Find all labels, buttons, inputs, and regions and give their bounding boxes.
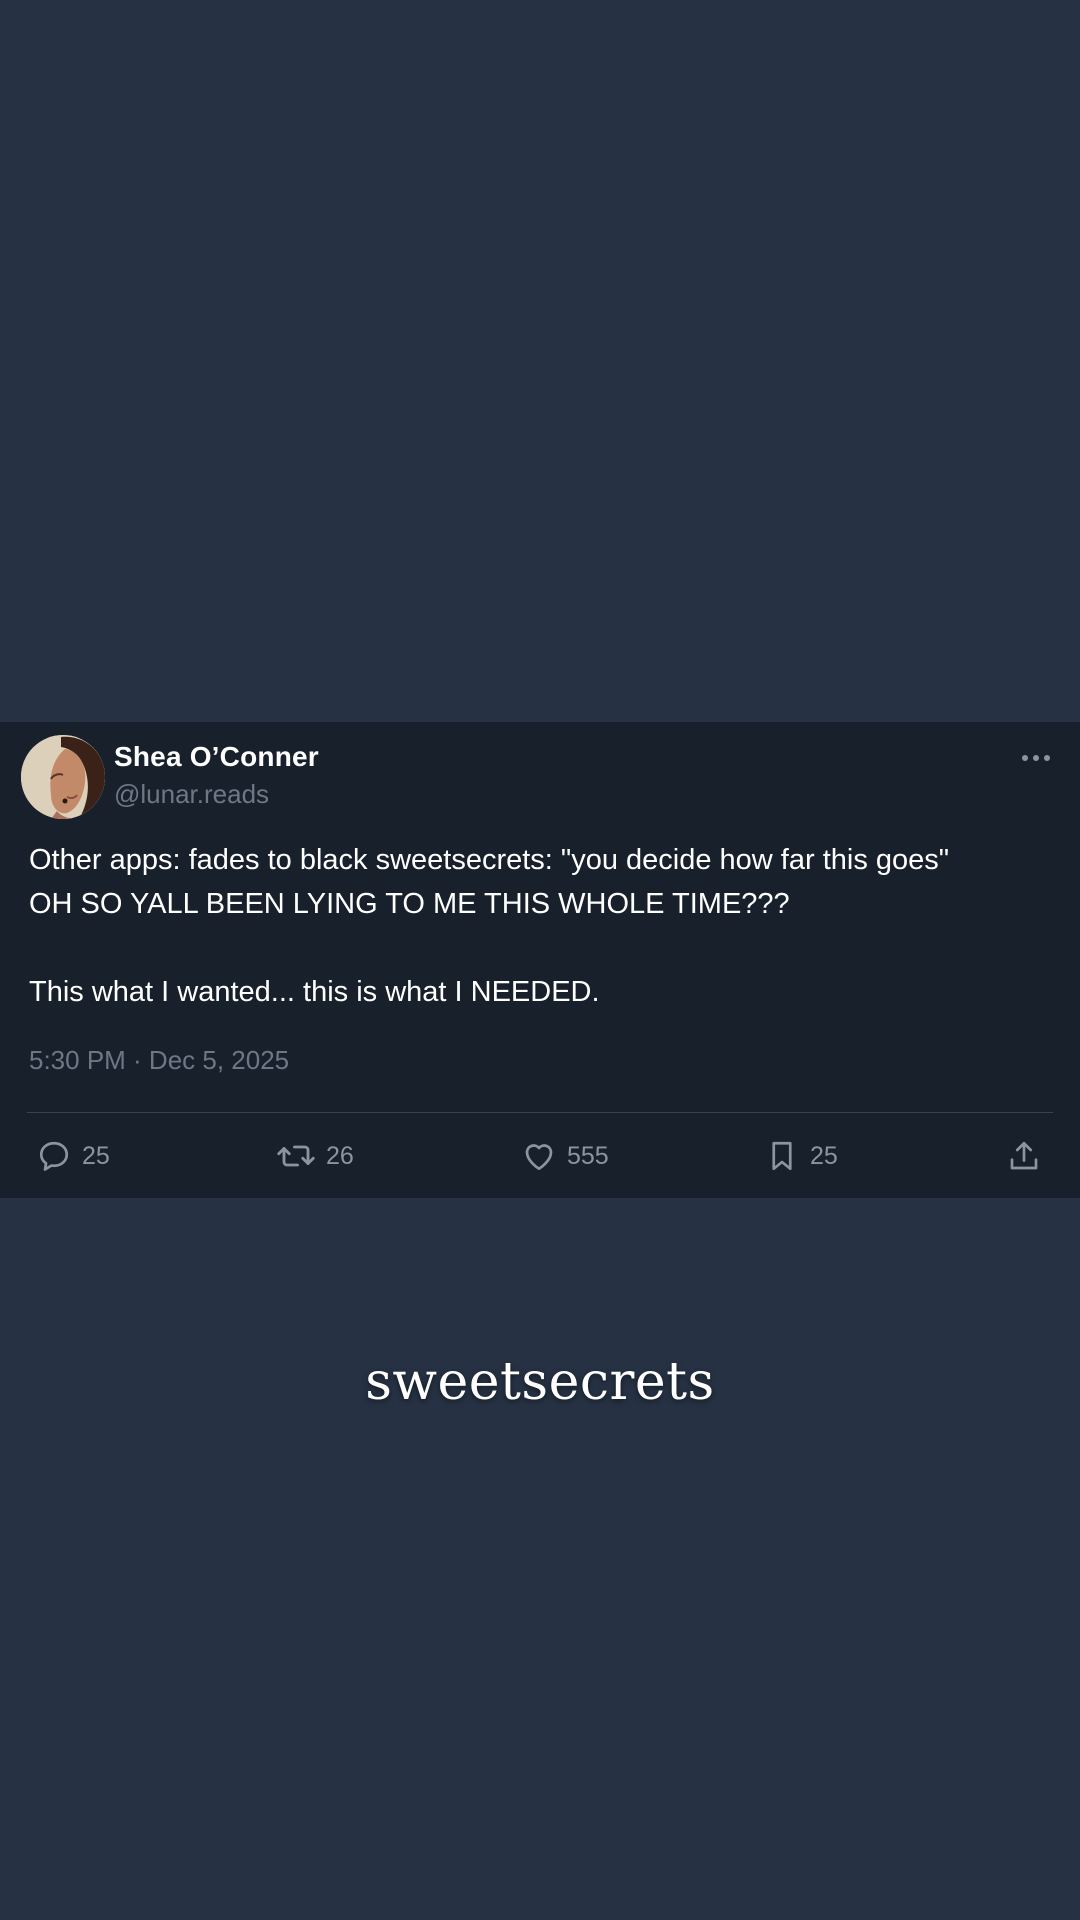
bookmark-icon — [772, 1141, 792, 1171]
post-text-blank-line — [29, 926, 1054, 970]
author-avatar[interactable] — [21, 735, 105, 819]
like-count: 555 — [567, 1141, 609, 1170]
author-display-name[interactable]: Shea O’Conner — [114, 741, 319, 773]
reply-button[interactable]: 25 — [36, 1134, 110, 1178]
bookmark-button[interactable]: 25 — [764, 1134, 838, 1178]
post-text-line: Other apps: fades to black sweetsecrets:… — [29, 844, 950, 876]
bookmark-count: 25 — [810, 1141, 838, 1170]
divider — [27, 1112, 1053, 1113]
post-card: Shea O’Conner @lunar.reads Other apps: f… — [0, 722, 1080, 1198]
repost-button[interactable]: 26 — [276, 1134, 354, 1178]
post-timestamp[interactable]: 5:30 PM · Dec 5, 2025 — [29, 1045, 289, 1076]
more-horizontal-icon — [1022, 755, 1050, 761]
author-handle[interactable]: @lunar.reads — [114, 779, 269, 810]
like-button[interactable]: 555 — [521, 1134, 609, 1178]
post-text-line: This what I wanted... this is what I NEE… — [29, 976, 600, 1008]
share-button[interactable] — [1006, 1134, 1042, 1178]
post-text-line: OH SO YALL BEEN LYING TO ME THIS WHOLE T… — [29, 888, 790, 920]
profile-photo-image — [21, 735, 105, 819]
reply-count: 25 — [82, 1141, 110, 1170]
heart-icon — [525, 1144, 553, 1171]
repost-icon — [277, 1145, 315, 1167]
more-options-button[interactable] — [1018, 748, 1054, 768]
brand-wordmark: sweetsecrets — [365, 1352, 715, 1412]
repost-count: 26 — [326, 1141, 354, 1170]
share-icon — [1010, 1141, 1038, 1170]
post-text: Other apps: fades to black sweetsecrets:… — [29, 838, 1054, 1014]
comment-icon — [39, 1141, 69, 1171]
